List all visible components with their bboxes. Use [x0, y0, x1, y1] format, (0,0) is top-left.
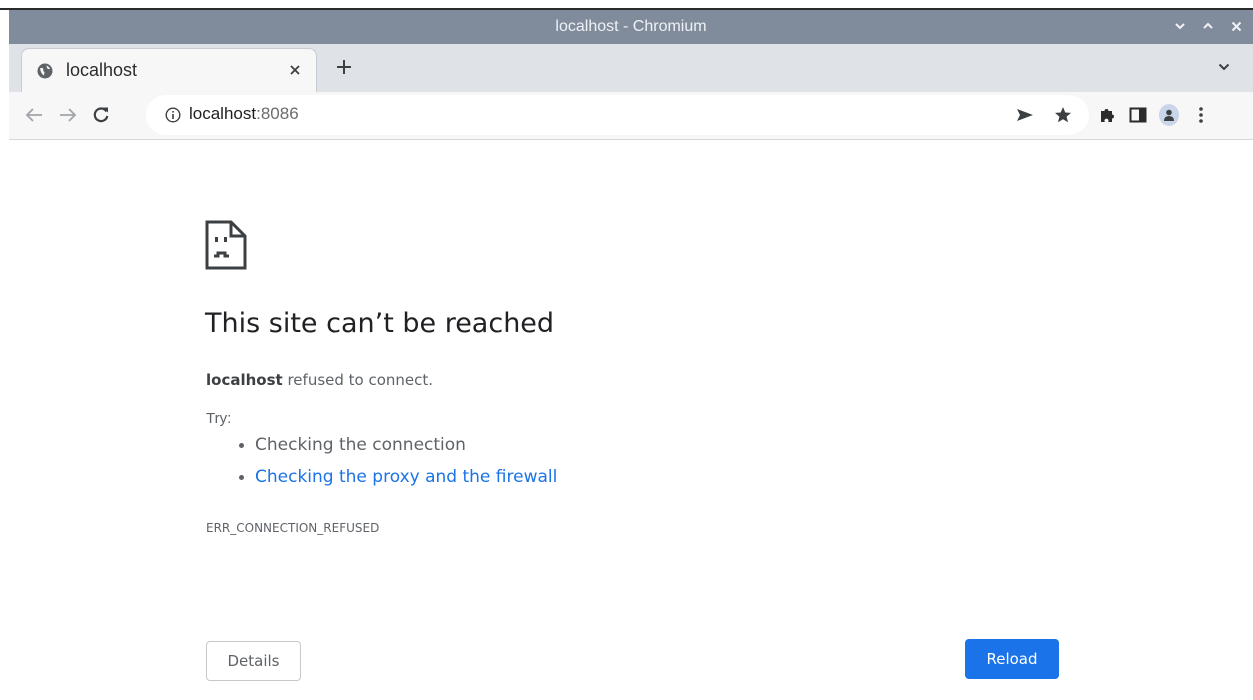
details-button[interactable]: Details [206, 641, 301, 681]
window-title: localhost - Chromium [555, 18, 707, 35]
error-heading: This site can’t be reached [205, 308, 555, 339]
window-controls [1171, 17, 1245, 35]
send-tab-icon[interactable] [1015, 105, 1035, 125]
tab-title: localhost [66, 60, 138, 80]
menu-kebab-icon[interactable] [1191, 105, 1211, 125]
globe-icon [36, 62, 54, 80]
suggestion-check-proxy-firewall-link[interactable]: Checking the proxy and the firewall [235, 467, 557, 499]
extensions-puzzle-icon[interactable] [1097, 105, 1117, 125]
minimize-icon[interactable] [1171, 17, 1189, 35]
error-message: refused to connect. [287, 371, 434, 389]
address-bar[interactable]: localhost:8086 [146, 95, 1089, 135]
bookmark-star-icon[interactable] [1053, 105, 1073, 125]
new-tab-icon[interactable] [332, 55, 356, 79]
window-titlebar[interactable]: localhost - Chromium [9, 10, 1253, 44]
error-summary: localhost refused to connect. [206, 371, 433, 389]
site-info-icon[interactable] [165, 107, 181, 123]
error-host: localhost [206, 371, 283, 389]
url-port: :8086 [256, 104, 299, 123]
error-code: ERR_CONNECTION_REFUSED [206, 521, 380, 535]
maximize-icon[interactable] [1199, 17, 1217, 35]
back-arrow-icon[interactable] [23, 104, 45, 126]
suggestions-list: Checking the connection Checking the pro… [235, 435, 557, 499]
url-text: localhost:8086 [189, 104, 299, 124]
url-host: localhost [189, 104, 257, 123]
side-panel-icon[interactable] [1128, 105, 1148, 125]
suggestion-check-connection: Checking the connection [235, 435, 557, 467]
tab-localhost[interactable]: localhost [21, 48, 317, 92]
sad-page-icon [204, 219, 248, 271]
tab-search-chevron-icon[interactable] [1215, 58, 1233, 76]
profile-avatar-icon[interactable] [1159, 104, 1179, 126]
reload-icon[interactable] [90, 104, 112, 126]
try-label: Try: [206, 410, 232, 427]
page-content: This site can’t be reached localhost ref… [9, 140, 1253, 700]
tab-close-icon[interactable] [286, 61, 304, 79]
tab-strip: localhost [9, 44, 1253, 92]
forward-arrow-icon[interactable] [57, 104, 79, 126]
reload-button[interactable]: Reload [965, 639, 1059, 679]
browser-toolbar: localhost:8086 [9, 92, 1253, 140]
close-icon[interactable] [1227, 17, 1245, 35]
